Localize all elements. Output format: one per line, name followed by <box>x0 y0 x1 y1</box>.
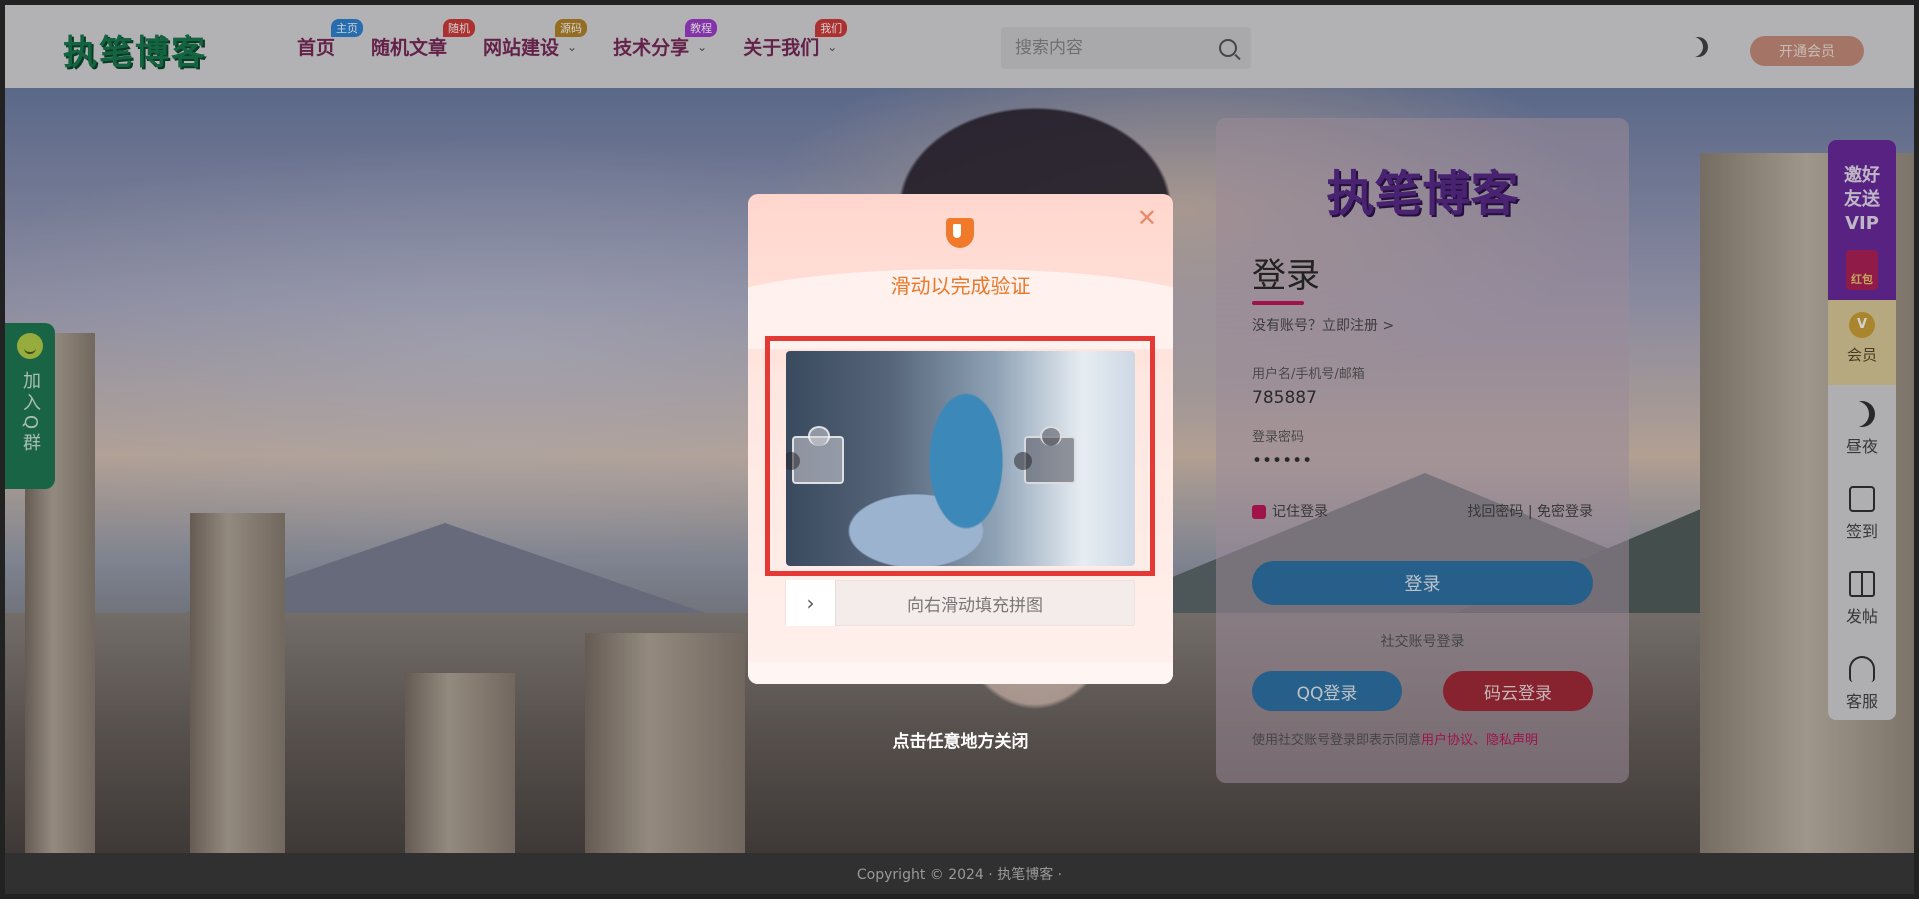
close-icon[interactable]: ✕ <box>1137 204 1157 232</box>
captcha-slider[interactable]: › 向右滑动填充拼图 <box>785 580 1135 626</box>
captcha-header: ✕ 滑动以完成验证 <box>748 194 1173 349</box>
captcha-modal: ✕ 滑动以完成验证 › 向右滑动填充拼图 <box>748 194 1173 684</box>
shield-icon <box>946 218 974 248</box>
slider-handle[interactable]: › <box>786 580 836 626</box>
slider-hint: 向右滑动填充拼图 <box>907 595 1043 616</box>
puzzle-image <box>786 351 1135 566</box>
puzzle-target-slot <box>1014 426 1076 484</box>
close-hint[interactable]: 点击任意地方关闭 <box>748 727 1173 752</box>
captcha-title: 滑动以完成验证 <box>890 274 1031 298</box>
captcha-footer <box>748 662 1173 684</box>
chevron-right-icon: › <box>806 591 815 615</box>
puzzle-piece[interactable] <box>786 426 844 484</box>
